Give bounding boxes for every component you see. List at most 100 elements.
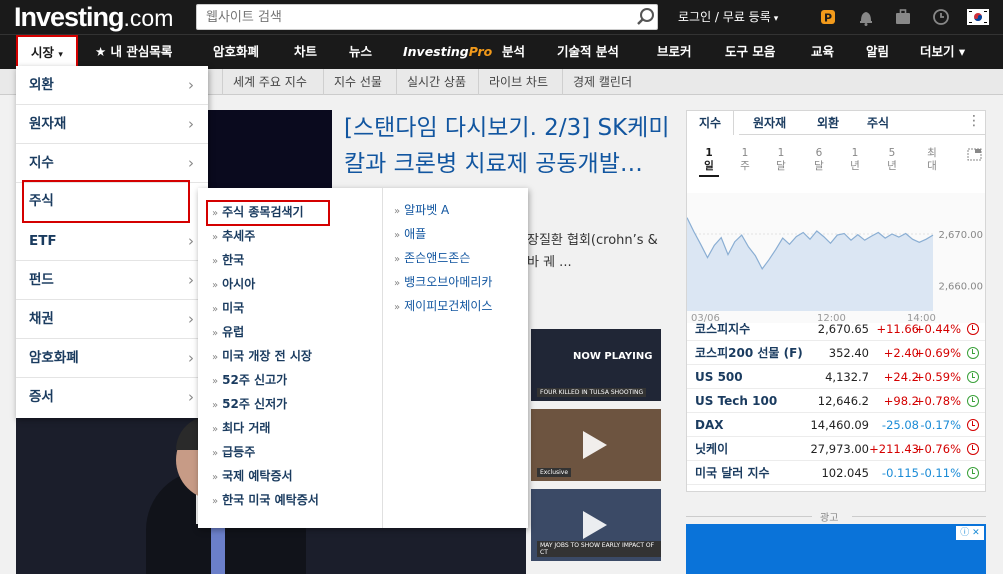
market-dropdown: 외환 › 원자재 › 지수 › 주식 ETF › 펀드 › 채권 › 암호화폐 › 증서 › bbox=[16, 66, 208, 418]
quote-row[interactable]: 미국 달러 지수 102.045 -0.115 -0.11% bbox=[687, 461, 985, 485]
nav-crypto[interactable]: 암호화폐 bbox=[213, 35, 259, 69]
quote-name[interactable]: DAX bbox=[695, 413, 724, 437]
video-thumb-2[interactable]: Exclusive bbox=[531, 409, 661, 481]
nav-news[interactable]: 뉴스 bbox=[349, 35, 372, 69]
menu-item-funds[interactable]: 펀드 › bbox=[16, 261, 208, 300]
period-5y[interactable]: 5년 bbox=[880, 147, 904, 173]
quote-row[interactable]: US Tech 100 12,646.2 +98.2 +0.78% bbox=[687, 389, 985, 413]
nav-charts[interactable]: 차트 bbox=[294, 35, 317, 69]
tab-commodities[interactable]: 원자재 bbox=[741, 111, 798, 135]
quote-change-pct: +0.69% bbox=[914, 346, 961, 360]
subnav-index-futures[interactable]: 지수 선물 bbox=[323, 69, 392, 95]
submenu-top-gainers[interactable]: » 급등주 bbox=[212, 444, 255, 462]
submenu-trending[interactable]: » 추세주 bbox=[212, 228, 255, 246]
subnav-economic-calendar[interactable]: 경제 캘린더 bbox=[562, 69, 642, 95]
nav-watchlist[interactable]: ★ 내 관심목록 bbox=[95, 35, 172, 69]
period-6m[interactable]: 6달 bbox=[807, 147, 831, 173]
quote-row[interactable]: 코스피200 선물 (F) 352.40 +2.40 +0.69% bbox=[687, 341, 985, 365]
period-1w[interactable]: 1주 bbox=[733, 147, 757, 173]
video-thumb-3[interactable]: MAY JOBS TO SHOW EARLY IMPACT OF CT bbox=[531, 489, 661, 561]
index-chart[interactable]: 2,670.002,660.0003/06 12:00 14:00 bbox=[687, 193, 985, 323]
nav-investingpro[interactable]: InvestingPro bbox=[403, 35, 492, 69]
submenu-korea-us-dr[interactable]: » 한국 미국 예탁증서 bbox=[212, 492, 319, 510]
subnav-live-commodities[interactable]: 실시간 상품 bbox=[396, 69, 476, 95]
tab-stocks[interactable]: 주식 bbox=[855, 111, 901, 135]
menu-item-forex[interactable]: 외환 › bbox=[16, 66, 208, 105]
portfolio-icon[interactable] bbox=[893, 7, 913, 27]
submenu-apple[interactable]: » 애플 bbox=[394, 226, 426, 244]
quote-row[interactable]: 코스피지수 2,670.65 +11.66 +0.44% bbox=[687, 317, 985, 341]
quote-name[interactable]: 닛케이 bbox=[695, 437, 728, 461]
menu-item-stocks[interactable]: 주식 bbox=[22, 180, 190, 223]
more-options-icon[interactable]: ⋮ bbox=[967, 113, 981, 129]
menu-item-indices[interactable]: 지수 › bbox=[16, 144, 208, 183]
quote-row[interactable]: DAX 14,460.09 -25.08 -0.17% bbox=[687, 413, 985, 437]
submenu-europe[interactable]: » 유럽 bbox=[212, 324, 244, 342]
submenu-usa[interactable]: » 미국 bbox=[212, 300, 244, 318]
search-icon[interactable] bbox=[636, 7, 656, 27]
market-open-icon bbox=[967, 347, 979, 359]
submenu-alphabet[interactable]: » 알파벳 A bbox=[394, 202, 449, 220]
submenu-most-active[interactable]: » 최다 거래 bbox=[212, 420, 270, 438]
menu-item-crypto[interactable]: 암호화폐 › bbox=[16, 339, 208, 378]
quote-name[interactable]: US 500 bbox=[695, 365, 743, 389]
nav-tools[interactable]: 도구 모음 bbox=[725, 35, 775, 69]
play-icon bbox=[583, 431, 607, 459]
nav-technical[interactable]: 기술적 분석 bbox=[557, 35, 619, 69]
ad-close-icon[interactable]: ⓘ ✕ bbox=[956, 526, 984, 540]
market-closed-icon bbox=[967, 443, 979, 455]
bell-icon[interactable] bbox=[856, 7, 876, 27]
submenu-bofa[interactable]: » 뱅크오브아메리카 bbox=[394, 274, 492, 292]
investingpro-icon[interactable]: P bbox=[818, 7, 838, 27]
menu-item-certificates[interactable]: 증서 › bbox=[16, 378, 208, 417]
video-thumb-1[interactable]: NOW PLAYING FOUR KILLED IN TULSA SHOOTIN… bbox=[531, 329, 661, 401]
submenu-stock-screener[interactable]: » 주식 종목검색기 bbox=[212, 204, 304, 222]
menu-item-bonds[interactable]: 채권 › bbox=[16, 300, 208, 339]
market-closed-icon bbox=[967, 323, 979, 335]
login-link[interactable]: 로그인 / 무료 등록 ▾ bbox=[678, 8, 778, 25]
period-max[interactable]: 최대 bbox=[920, 147, 944, 173]
korea-flag-icon[interactable] bbox=[967, 7, 989, 27]
submenu-52w-low[interactable]: » 52주 신저가 bbox=[212, 396, 287, 414]
quote-name[interactable]: US Tech 100 bbox=[695, 389, 777, 413]
period-1y[interactable]: 1년 bbox=[843, 147, 867, 173]
submenu-jpm[interactable]: » 제이피모건체이스 bbox=[394, 298, 492, 316]
subnav-world-indices[interactable]: 세계 주요 지수 bbox=[222, 69, 317, 95]
subnav-live-charts[interactable]: 라이브 차트 bbox=[478, 69, 558, 95]
quote-name[interactable]: 코스피200 선물 (F) bbox=[695, 341, 803, 365]
clock-icon[interactable] bbox=[931, 7, 951, 27]
advertisement[interactable]: ⓘ ✕ bbox=[686, 524, 986, 574]
hero-image[interactable] bbox=[207, 110, 332, 196]
nav-alerts[interactable]: 알림 bbox=[866, 35, 889, 69]
nav-brokers[interactable]: 브로커 bbox=[657, 35, 692, 69]
period-1m[interactable]: 1달 bbox=[769, 147, 793, 173]
tab-forex[interactable]: 외환 bbox=[805, 111, 851, 135]
quote-name[interactable]: 코스피지수 bbox=[695, 317, 750, 341]
markets-panel: 지수 원자재 외환 주식 ⋮ 1일 1주 1달 6달 1년 5년 최대 2,67… bbox=[686, 110, 986, 492]
svg-text:P: P bbox=[824, 12, 832, 25]
quote-last: 4,132.7 bbox=[825, 370, 869, 384]
quote-row[interactable]: US 500 4,132.7 +24.2 +0.59% bbox=[687, 365, 985, 389]
nav-more[interactable]: 더보기 ▾ bbox=[920, 35, 965, 69]
submenu-intl-dr[interactable]: » 국제 예탁증서 bbox=[212, 468, 293, 486]
search-input[interactable] bbox=[196, 4, 658, 30]
submenu-asia[interactable]: » 아시아 bbox=[212, 276, 255, 294]
submenu-52w-high[interactable]: » 52주 신고가 bbox=[212, 372, 287, 390]
menu-item-etf[interactable]: ETF › bbox=[16, 222, 208, 261]
quote-change: -25.08 bbox=[881, 418, 919, 432]
expand-chart-icon[interactable] bbox=[967, 148, 982, 161]
nav-education[interactable]: 교육 bbox=[811, 35, 834, 69]
main-nav: 시장 ▾ ★ 내 관심목록 암호화폐 차트 뉴스 InvestingPro 분석… bbox=[0, 34, 1003, 70]
menu-item-commodities[interactable]: 원자재 › bbox=[16, 105, 208, 144]
submenu-korea[interactable]: » 한국 bbox=[212, 252, 244, 270]
nav-market[interactable]: 시장 ▾ bbox=[16, 35, 78, 70]
period-1d[interactable]: 1일 bbox=[697, 147, 721, 173]
nav-analysis[interactable]: 분석 bbox=[502, 35, 525, 69]
quote-row[interactable]: 닛케이 27,973.00 +211.43 +0.76% bbox=[687, 437, 985, 461]
submenu-premarket[interactable]: » 미국 개장 전 시장 bbox=[212, 348, 312, 366]
submenu-jnj[interactable]: » 존슨앤드존슨 bbox=[394, 250, 470, 268]
investing-logo[interactable]: Investing.com bbox=[14, 0, 173, 34]
tab-indices[interactable]: 지수 bbox=[687, 111, 735, 135]
quote-last: 352.40 bbox=[828, 346, 869, 360]
quote-name[interactable]: 미국 달러 지수 bbox=[695, 461, 770, 485]
